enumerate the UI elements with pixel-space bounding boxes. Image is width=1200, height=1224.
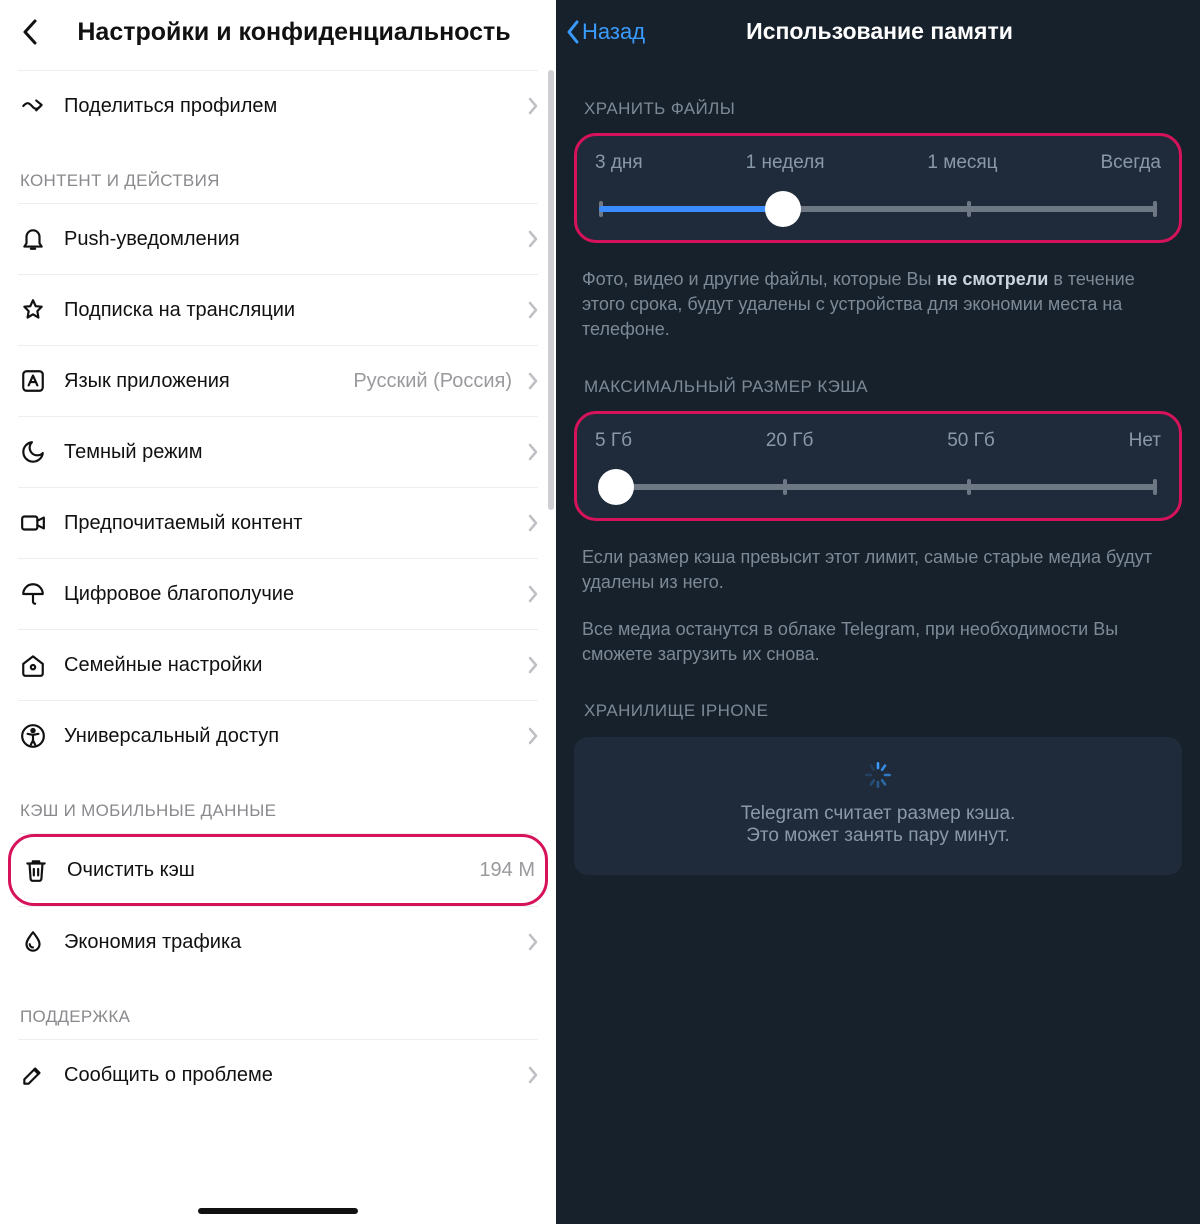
chevron-right-icon — [528, 727, 538, 745]
accessibility-icon — [18, 721, 48, 751]
storage-calculating-card: Telegram считает размер кэша. Это может … — [574, 737, 1182, 875]
row-share-profile[interactable]: Поделиться профилем — [0, 71, 556, 141]
slider-thumb[interactable] — [765, 191, 801, 227]
chevron-right-icon — [528, 230, 538, 248]
home-indicator[interactable] — [198, 1208, 358, 1214]
camera-icon — [18, 508, 48, 538]
edit-icon — [18, 1060, 48, 1090]
water-drop-icon — [18, 927, 48, 957]
slider-label: Нет — [1129, 430, 1161, 452]
row-live-subscribe[interactable]: Подписка на трансляции — [0, 275, 556, 345]
back-button[interactable] — [12, 14, 48, 50]
chevron-right-icon — [528, 585, 538, 603]
row-label: Язык приложения — [64, 370, 337, 393]
page-title: Использование памяти — [575, 18, 1184, 45]
max-cache-desc-2: Все медиа останутся в облаке Telegram, п… — [556, 595, 1200, 667]
chevron-right-icon — [528, 1066, 538, 1084]
keep-files-description: Фото, видео и другие файлы, которые Вы н… — [556, 247, 1200, 343]
scrollbar[interactable] — [548, 70, 554, 510]
moon-icon — [18, 437, 48, 467]
slider-thumb[interactable] — [598, 469, 634, 505]
share-icon — [18, 91, 48, 121]
chevron-right-icon — [528, 933, 538, 951]
left-pane-settings: Настройки и конфиденциальность Поделитьс… — [0, 0, 556, 1224]
storage-line-2: Это может занять пару минут. — [592, 825, 1164, 847]
slider-label: 20 Гб — [766, 430, 814, 452]
row-label: Сообщить о проблеме — [64, 1064, 512, 1087]
row-label: Экономия трафика — [64, 931, 512, 954]
row-app-language[interactable]: Язык приложения Русский (Россия) — [0, 346, 556, 416]
slider-label: 50 Гб — [947, 430, 995, 452]
row-label: Подписка на трансляции — [64, 299, 512, 322]
umbrella-icon — [18, 579, 48, 609]
row-family-settings[interactable]: Семейные настройки — [0, 630, 556, 700]
section-header-max-cache: МАКСИМАЛЬНЫЙ РАЗМЕР КЭША — [556, 343, 1200, 407]
trash-icon — [21, 855, 51, 885]
slider-label: 1 неделя — [746, 152, 825, 174]
language-icon — [18, 366, 48, 396]
row-label: Предпочитаемый контент — [64, 512, 512, 535]
row-digital-wellbeing[interactable]: Цифровое благополучие — [0, 559, 556, 629]
slider-labels: 3 дня 1 неделя 1 месяц Всегда — [591, 152, 1165, 190]
right-header: Назад Использование памяти — [556, 0, 1200, 65]
chevron-left-icon — [22, 19, 38, 45]
row-push-notifications[interactable]: Push-уведомления — [0, 204, 556, 274]
row-data-saving[interactable]: Экономия трафика — [0, 907, 556, 977]
chevron-right-icon — [528, 443, 538, 461]
row-value: 194 M — [479, 859, 535, 882]
slider-label: 3 дня — [595, 152, 643, 174]
right-pane-storage: Назад Использование памяти ХРАНИТЬ ФАЙЛЫ… — [556, 0, 1200, 1224]
left-header: Настройки и конфиденциальность — [0, 0, 556, 70]
row-label: Поделиться профилем — [64, 95, 512, 118]
slider-label: 1 месяц — [927, 152, 997, 174]
section-header-content: КОНТЕНТ И ДЕЙСТВИЯ — [0, 141, 556, 203]
max-cache-desc-1: Если размер кэша превысит этот лимит, са… — [556, 525, 1200, 595]
slider-labels: 5 Гб 20 Гб 50 Гб Нет — [591, 430, 1165, 468]
row-dark-mode[interactable]: Темный режим — [0, 417, 556, 487]
section-header-keep-files: ХРАНИТЬ ФАЙЛЫ — [556, 65, 1200, 129]
chevron-right-icon — [528, 514, 538, 532]
bell-icon — [18, 224, 48, 254]
keep-files-slider-block: 3 дня 1 неделя 1 месяц Всегда — [574, 133, 1182, 243]
row-report-problem[interactable]: Сообщить о проблеме — [0, 1040, 556, 1110]
row-accessibility[interactable]: Универсальный доступ — [0, 701, 556, 771]
row-clear-cache[interactable]: Очистить кэш 194 M — [8, 834, 548, 906]
storage-line-1: Telegram считает размер кэша. — [592, 803, 1164, 825]
chevron-right-icon — [528, 97, 538, 115]
star-icon — [18, 295, 48, 325]
chevron-right-icon — [528, 372, 538, 390]
slider-label: 5 Гб — [595, 430, 632, 452]
chevron-right-icon — [528, 301, 538, 319]
row-preferred-content[interactable]: Предпочитаемый контент — [0, 488, 556, 558]
section-header-support: ПОДДЕРЖКА — [0, 977, 556, 1039]
row-label: Универсальный доступ — [64, 725, 512, 748]
max-cache-slider-block: 5 Гб 20 Гб 50 Гб Нет — [574, 411, 1182, 521]
spinner-icon — [864, 761, 892, 789]
row-label: Очистить кэш — [67, 859, 463, 882]
row-label: Push-уведомления — [64, 228, 512, 251]
keep-files-slider[interactable] — [599, 206, 1157, 212]
section-header-cache: КЭШ И МОБИЛЬНЫЕ ДАННЫЕ — [0, 771, 556, 833]
slider-label: Всегда — [1100, 152, 1160, 174]
row-label: Семейные настройки — [64, 654, 512, 677]
section-header-storage: ХРАНИЛИЩЕ IPHONE — [556, 667, 1200, 731]
max-cache-slider[interactable] — [599, 484, 1157, 490]
row-value: Русский (Россия) — [353, 370, 512, 393]
row-label: Темный режим — [64, 441, 512, 464]
home-icon — [18, 650, 48, 680]
chevron-right-icon — [528, 656, 538, 674]
page-title: Настройки и конфиденциальность — [48, 18, 540, 47]
row-label: Цифровое благополучие — [64, 583, 512, 606]
